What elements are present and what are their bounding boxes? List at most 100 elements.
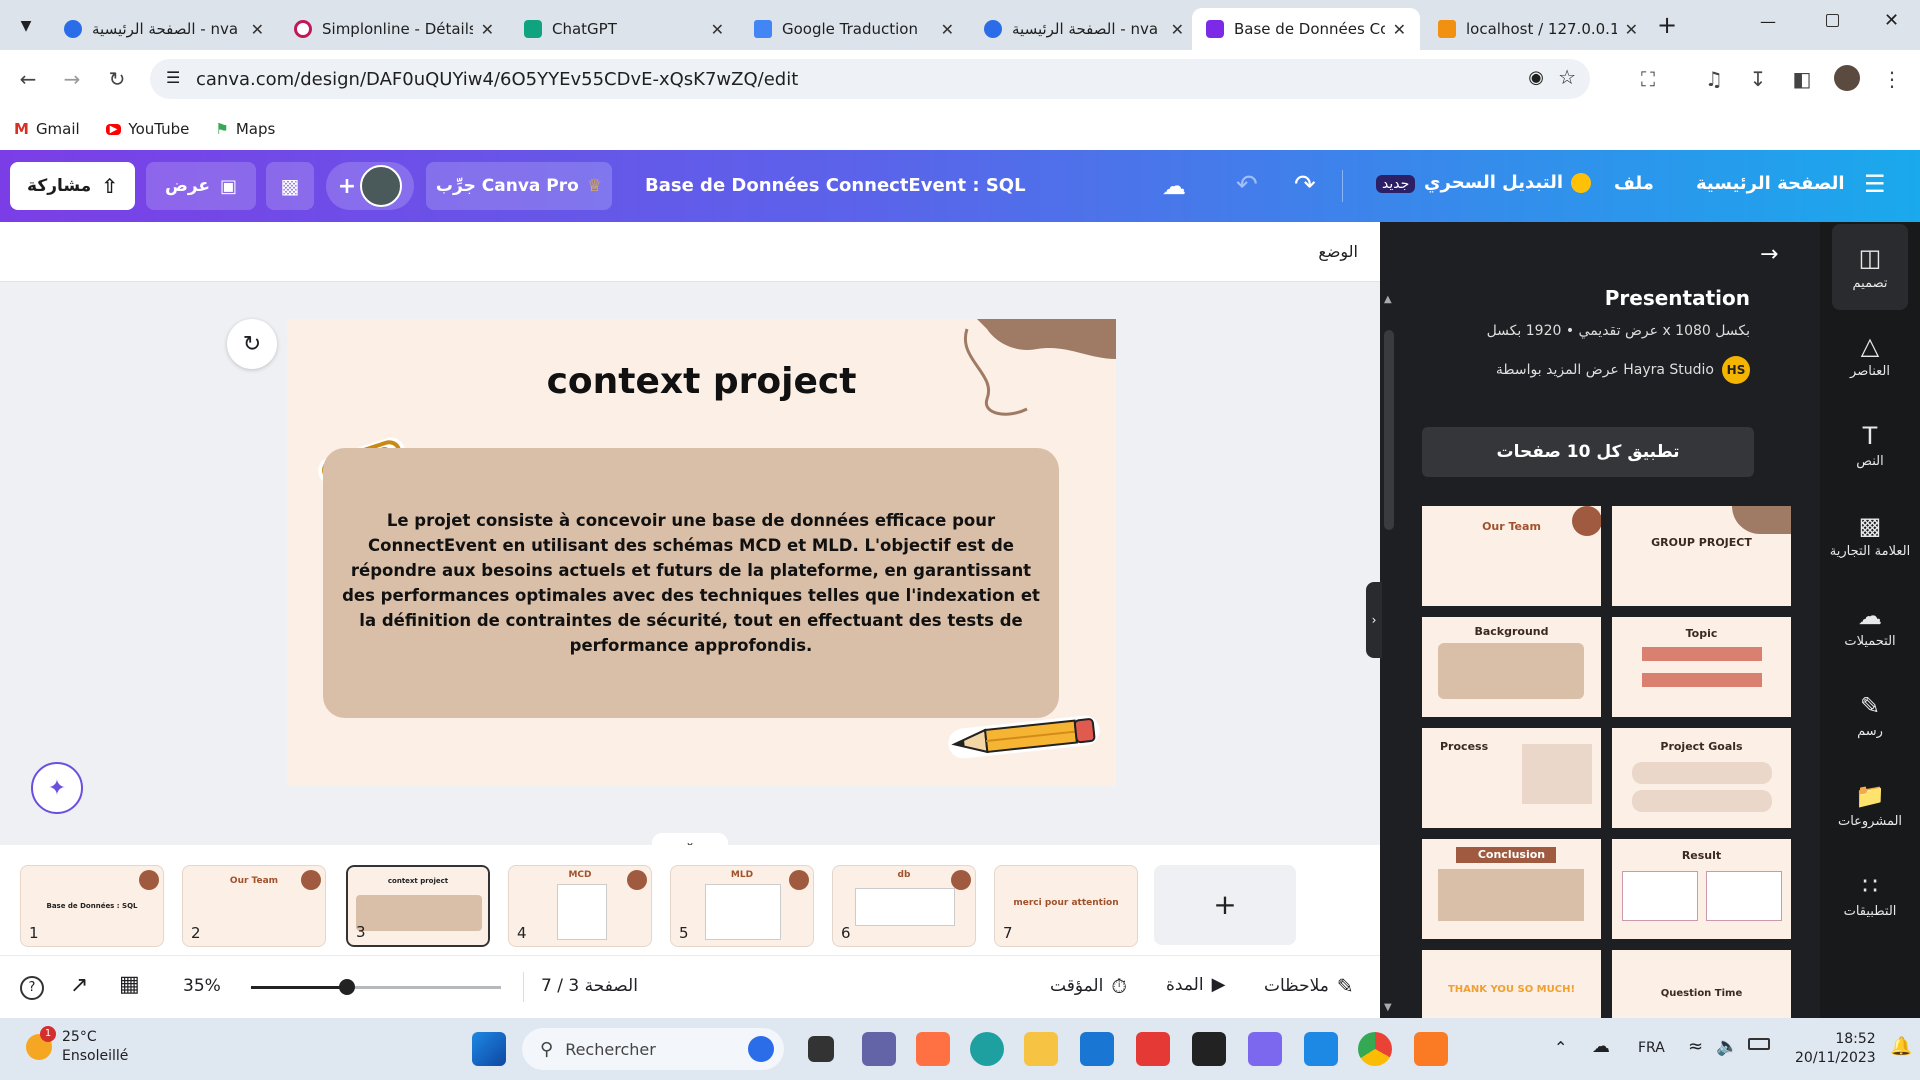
close-icon[interactable]: ✕ bbox=[711, 20, 724, 39]
hamburger-menu-icon[interactable]: ☰ bbox=[1864, 170, 1886, 198]
rail-item-uploads[interactable]: ☁ التحميلات bbox=[1820, 602, 1920, 649]
browser-tab[interactable]: localhost / 127.0.0.1 ✕ bbox=[1424, 8, 1652, 50]
collaborators-button[interactable]: + bbox=[326, 162, 414, 210]
teams-icon[interactable] bbox=[862, 1032, 896, 1066]
zoom-slider[interactable] bbox=[251, 979, 501, 995]
browser-tab[interactable]: الصفحة الرئيسية - nva ✕ bbox=[970, 8, 1198, 50]
network-icon[interactable]: ☁ bbox=[1592, 1036, 1610, 1057]
edge-icon[interactable] bbox=[970, 1032, 1004, 1066]
page-indicator[interactable]: الصفحة 3 / 7 bbox=[541, 976, 638, 996]
page-thumbnail[interactable]: Our Team 2 bbox=[182, 865, 326, 947]
undo-icon[interactable]: ↶ bbox=[1236, 170, 1258, 200]
mail-icon[interactable] bbox=[1080, 1032, 1114, 1066]
task-view-icon[interactable] bbox=[808, 1036, 834, 1062]
home-menu[interactable]: الصفحة الرئيسية bbox=[1696, 173, 1845, 194]
volume-icon[interactable]: 🔈 bbox=[1716, 1036, 1738, 1057]
scroll-thumb[interactable] bbox=[1384, 330, 1394, 530]
rail-item-projects[interactable]: 📁 المشروعات bbox=[1820, 782, 1920, 829]
grid-view-icon[interactable]: ▦ bbox=[119, 972, 140, 997]
template-page[interactable]: Result bbox=[1612, 839, 1791, 939]
chrome-icon[interactable] bbox=[1358, 1032, 1392, 1066]
bookmark-star-icon[interactable]: ☆ bbox=[1558, 65, 1576, 89]
notes-button[interactable]: ملاحظات ✎ bbox=[1264, 974, 1354, 998]
side-panel-icon[interactable]: ◧ bbox=[1786, 63, 1818, 95]
apply-all-pages-button[interactable]: تطبيق كل 10 صفحات bbox=[1422, 427, 1754, 477]
battery-icon[interactable] bbox=[1748, 1038, 1770, 1050]
more-menu-icon[interactable]: ⋮ bbox=[1876, 63, 1908, 95]
page-thumbnail[interactable]: db 6 bbox=[832, 865, 976, 947]
arrow-right-icon[interactable]: → bbox=[1760, 242, 1778, 267]
close-icon[interactable]: ✕ bbox=[1393, 20, 1406, 39]
browser-tab[interactable]: Simplonline - Détails ✕ bbox=[280, 8, 508, 50]
file-menu[interactable]: ملف bbox=[1614, 173, 1654, 194]
magic-assistant-button[interactable]: ✦ bbox=[31, 762, 83, 814]
forward-arrow-icon[interactable]: → bbox=[56, 63, 88, 95]
bookmark-youtube[interactable]: ▶ YouTube bbox=[105, 120, 189, 138]
profile-avatar[interactable] bbox=[1834, 65, 1860, 91]
github-icon[interactable] bbox=[1192, 1032, 1226, 1066]
position-button[interactable]: الوضع bbox=[1318, 242, 1358, 261]
collapse-panel-button[interactable]: › bbox=[1366, 582, 1382, 658]
taskbar-search[interactable]: ⚲ Rechercher bbox=[522, 1028, 784, 1070]
xampp-icon[interactable] bbox=[1414, 1032, 1448, 1066]
file-explorer-icon[interactable] bbox=[1024, 1032, 1058, 1066]
vertical-scrollbar[interactable] bbox=[0, 282, 14, 822]
try-canva-pro-button[interactable]: جرِّب Canva Pro ♕ bbox=[426, 162, 612, 210]
rail-item-text[interactable]: T النص bbox=[1820, 422, 1920, 469]
scroll-down-arrow-icon[interactable]: ▼ bbox=[1384, 1002, 1392, 1013]
author-line[interactable]: عرض المزيد بواسطة Hayra Studio HS bbox=[1496, 356, 1750, 384]
timer-button[interactable]: المؤقت ⏱ bbox=[1050, 974, 1127, 998]
site-settings-icon[interactable]: ☰ bbox=[166, 68, 180, 87]
minimize-icon[interactable]: — bbox=[1760, 12, 1776, 31]
template-page[interactable]: Process bbox=[1422, 728, 1601, 828]
close-window-icon[interactable]: ✕ bbox=[1884, 10, 1899, 31]
maximize-icon[interactable] bbox=[1826, 14, 1839, 27]
body-textbox[interactable]: Le projet consiste à concevoir une base … bbox=[323, 448, 1059, 718]
template-page[interactable]: Topic bbox=[1612, 617, 1791, 717]
template-page[interactable]: Question Time bbox=[1612, 950, 1791, 1018]
comment-button[interactable]: ↻ bbox=[227, 319, 277, 369]
new-tab-button[interactable]: + bbox=[1652, 10, 1682, 40]
extensions-icon[interactable]: ⛶ bbox=[1632, 63, 1664, 95]
browser-tab[interactable]: ChatGPT ✕ bbox=[510, 8, 738, 50]
close-icon[interactable]: ✕ bbox=[251, 20, 264, 39]
page-thumbnail[interactable]: Base de Données : SQL 1 bbox=[20, 865, 164, 947]
app-icon[interactable] bbox=[916, 1032, 950, 1066]
rail-item-apps[interactable]: ∷ التطبيقات bbox=[1820, 872, 1920, 919]
close-icon[interactable]: ✕ bbox=[1625, 20, 1638, 39]
zoom-slider-knob[interactable] bbox=[339, 979, 356, 995]
share-button[interactable]: مشاركة ⇧ bbox=[10, 162, 135, 210]
youtube-app-icon[interactable] bbox=[1136, 1032, 1170, 1066]
page-thumbnail-selected[interactable]: context project 3 bbox=[344, 863, 492, 949]
rail-item-elements[interactable]: △ العناصر bbox=[1820, 332, 1920, 379]
template-page[interactable]: GROUP PROJECT bbox=[1612, 506, 1791, 606]
rail-item-design[interactable]: ◫ تصميم bbox=[1820, 244, 1920, 291]
cloud-saved-icon[interactable]: ☁ bbox=[1162, 172, 1186, 200]
template-page[interactable]: Conclusion bbox=[1422, 839, 1601, 939]
wifi-icon[interactable]: ≈ bbox=[1688, 1036, 1703, 1057]
close-icon[interactable]: ✕ bbox=[481, 20, 494, 39]
magic-switch-button[interactable]: التبديل السحري bbox=[1424, 172, 1592, 193]
present-button[interactable]: عرض ▣ bbox=[146, 162, 256, 210]
browser-tab[interactable]: الصفحة الرئيسية - nva ✕ bbox=[50, 8, 278, 50]
bookmark-gmail[interactable]: M Gmail bbox=[14, 120, 80, 138]
address-bar[interactable]: ☰ canva.com/design/DAF0uQUYiw4/6O5YYEv55… bbox=[150, 59, 1590, 99]
rail-item-brand[interactable]: ▩ العلامة التجارية bbox=[1820, 512, 1920, 559]
template-page[interactable]: Our Team bbox=[1422, 506, 1601, 606]
slide-canvas[interactable]: context project Le projet consiste à con… bbox=[287, 319, 1116, 786]
back-arrow-icon[interactable]: ← bbox=[12, 63, 44, 95]
redo-icon[interactable]: ↷ bbox=[1294, 170, 1316, 200]
language-indicator[interactable]: FRA bbox=[1638, 1040, 1665, 1056]
scroll-up-arrow-icon[interactable]: ▲ bbox=[1384, 294, 1392, 305]
browser-tab[interactable]: Google Traduction ✕ bbox=[740, 8, 968, 50]
slide-title[interactable]: context project bbox=[287, 361, 1116, 402]
windows-start-icon[interactable] bbox=[472, 1032, 506, 1066]
notification-bell-icon[interactable]: 🔔 bbox=[1890, 1036, 1912, 1057]
fullscreen-icon[interactable]: ↗ bbox=[70, 973, 88, 998]
duration-button[interactable]: المدة ▶ bbox=[1166, 974, 1225, 995]
bookmark-maps[interactable]: ⚑ Maps bbox=[215, 120, 275, 138]
page-thumbnail[interactable]: MCD 4 bbox=[508, 865, 652, 947]
rail-item-draw[interactable]: ✎ رسم bbox=[1820, 692, 1920, 739]
chevron-up-icon[interactable]: ⌃ bbox=[1554, 1038, 1567, 1057]
close-icon[interactable]: ✕ bbox=[1171, 20, 1184, 39]
